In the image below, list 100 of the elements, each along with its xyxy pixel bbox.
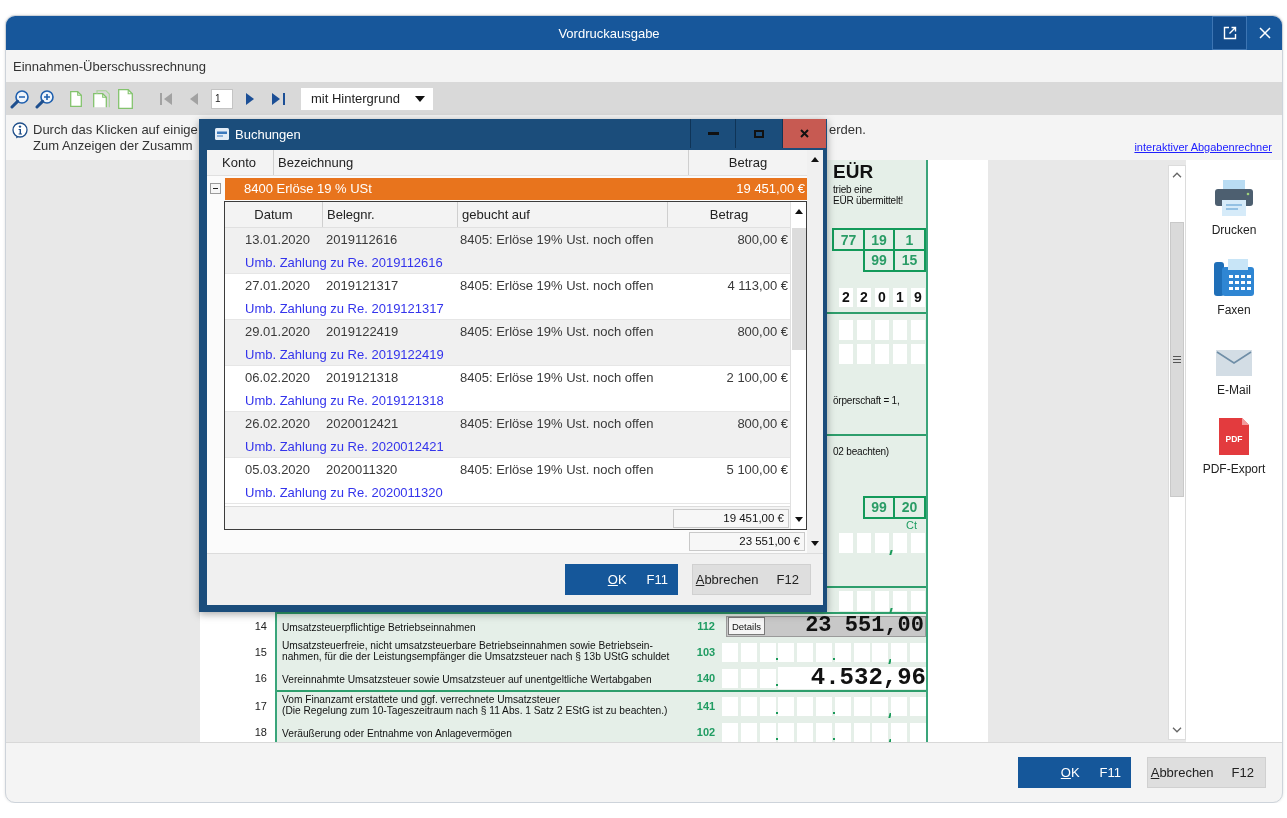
- column-header[interactable]: Bezeichnung: [273, 150, 688, 175]
- fax-button[interactable]: Faxen: [1214, 259, 1254, 317]
- amount-field[interactable]: 4.532,96: [722, 667, 926, 689]
- amount-field[interactable]: [722, 722, 926, 742]
- scrollbar-thumb[interactable]: [791, 228, 806, 350]
- pdf-export-button[interactable]: PDF PDF-Export: [1202, 418, 1266, 476]
- details-button[interactable]: Details: [728, 617, 765, 635]
- table-cell-text: 2020011320: [325, 462, 399, 477]
- zoom-out-icon[interactable]: [10, 88, 30, 109]
- info-icon: [12, 121, 28, 139]
- row-number: 16: [254, 672, 267, 684]
- cancel-button[interactable]: Abbrechen F12: [1147, 757, 1266, 788]
- code-box: 77: [832, 228, 865, 251]
- table-cell-text: 8405: Erlöse 19% Ust. noch offen: [459, 232, 655, 247]
- zoom-in-icon[interactable]: [35, 88, 55, 109]
- printer-icon: [1214, 180, 1254, 216]
- scroll-down-icon[interactable]: [794, 517, 803, 522]
- table-row[interactable]: 26.02.2020 2020012421 8405: Erlöse 19% Ust. noch offen 800,00 € Umb. Zahlung zu Re. 2020012421: [225, 412, 790, 458]
- popout-icon: [1222, 26, 1237, 40]
- minimize-icon: [707, 132, 719, 135]
- view-mode-dropdown[interactable]: mit Hintergrund: [301, 87, 433, 110]
- column-header[interactable]: Belegnr.: [322, 202, 457, 227]
- digit-cell: 1: [893, 287, 907, 307]
- next-page-icon[interactable]: [246, 90, 256, 107]
- table-cell-text: 2019121317: [325, 278, 400, 293]
- scrollbar[interactable]: [807, 150, 823, 553]
- table-row[interactable]: 29.01.2020 2019122419 8405: Erlöse 19% Ust. noch offen 800,00 € Umb. Zahlung zu Re. 2019122419: [225, 320, 790, 366]
- scroll-down-icon[interactable]: [811, 541, 819, 546]
- scrollbar-thumb[interactable]: [1170, 222, 1184, 497]
- table-cell-text: 2019121318: [325, 370, 400, 385]
- field-code: 112: [697, 620, 715, 632]
- amount-value: 4.532,96: [778, 667, 926, 689]
- calculator-link[interactable]: interaktiver Abgabenrechner: [1134, 141, 1272, 154]
- form-note: 02 beachten): [833, 445, 889, 457]
- table-cell-text: 27.01.2020: [244, 278, 312, 293]
- table-cell-text: 2019112616: [325, 232, 399, 247]
- digit-field[interactable]: [839, 343, 925, 364]
- minimize-button[interactable]: [690, 119, 735, 148]
- scrollbar[interactable]: [790, 202, 806, 529]
- table-cell-text: 26.02.2020: [244, 416, 312, 431]
- form-title: Einnahmen-Überschussrechnung: [13, 58, 206, 74]
- amount-field[interactable]: [722, 696, 926, 716]
- table-cell-text: 8405: Erlöse 19% Ust. noch offen: [459, 278, 655, 293]
- last-page-icon[interactable]: [272, 90, 286, 107]
- scrollbar[interactable]: [1168, 165, 1186, 740]
- column-header[interactable]: Datum: [225, 202, 322, 227]
- booking-note: Umb. Zahlung zu Re. 2019121318: [245, 392, 444, 408]
- amount-field[interactable]: [839, 590, 925, 611]
- table-cell-text: 8405: Erlöse 19% Ust. noch offen: [459, 370, 655, 385]
- digit-cell: 2: [839, 287, 853, 307]
- form-note: trieb eine EÜR übermittelt!: [833, 184, 904, 206]
- table-cell-text: 800,00 €: [736, 232, 789, 247]
- close-button[interactable]: [782, 119, 826, 148]
- booking-note: Umb. Zahlung zu Re. 2020012421: [245, 438, 444, 454]
- column-header[interactable]: gebucht auf: [457, 202, 667, 227]
- table-cell-text: 8405: Erlöse 19% Ust. noch offen: [459, 324, 655, 339]
- group-amount: 19 451,00 €: [736, 181, 805, 196]
- large-page-icon[interactable]: [118, 88, 133, 109]
- popout-button[interactable]: [1212, 16, 1247, 50]
- code-box: 1: [893, 228, 926, 251]
- field-label: Vom Finanzamt erstattete und ggf. verrechnete Umsatzsteuer (Die Regelung zum 10-Tageszeitraum nach § 11 Abs. 1 Satz 2 EStG ist zu beachten.): [282, 694, 668, 716]
- table-row[interactable]: 13.01.2020 2019112616 8405: Erlöse 19% Ust. noch offen 800,00 € Umb. Zahlung zu Re. 2019112616: [225, 228, 790, 274]
- maximize-icon: [754, 129, 764, 138]
- booking-note: Umb. Zahlung zu Re. 2019121317: [245, 300, 444, 316]
- email-button[interactable]: E-Mail: [1216, 350, 1252, 397]
- table-cell-text: 8405: Erlöse 19% Ust. noch offen: [459, 416, 655, 431]
- form-note: örperschaft = 1,: [833, 394, 900, 406]
- minus-box-icon[interactable]: [210, 183, 221, 194]
- info-text: Zum Anzeigen der Zusamm: [33, 138, 193, 154]
- code-box: 99: [862, 495, 896, 519]
- table-cell-text: 29.01.2020: [244, 324, 312, 339]
- print-button[interactable]: Drucken: [1211, 180, 1257, 237]
- booking-note: Umb. Zahlung zu Re. 2019112616: [245, 254, 443, 270]
- digit-field[interactable]: [839, 319, 925, 340]
- unit-label: Ct: [906, 519, 918, 531]
- field-label: Umsatzsteuerfreie, nicht umsatzsteuerbare Betriebseinnahmen sowie Betriebsein- nahmen, für die der Leistungsempfänger die Umsatzsteuer nach § 13b UStG schuldet: [282, 640, 670, 662]
- pdf-file-icon: PDF: [1219, 418, 1249, 455]
- maximize-button[interactable]: [735, 119, 782, 148]
- ok-button[interactable]: OK F11: [565, 564, 678, 595]
- page-icon[interactable]: [93, 89, 110, 108]
- table-cell-text: 13.01.2020: [244, 232, 312, 247]
- field-label: Veräußerung oder Entnahme von Anlagevermögen: [282, 728, 512, 739]
- table-cell-text: 06.02.2020: [244, 370, 312, 385]
- amount-field[interactable]: [839, 532, 925, 553]
- group-label: 8400 Erlöse 19 % USt: [244, 181, 372, 196]
- info-text: Durch das Klicken auf einige: [33, 122, 198, 138]
- column-header[interactable]: Konto: [207, 150, 273, 175]
- field-code: 141: [696, 700, 716, 712]
- field-code: 103: [696, 646, 716, 658]
- page-field[interactable]: 1: [211, 88, 233, 109]
- scroll-up-icon[interactable]: [811, 157, 819, 162]
- amount-field[interactable]: [722, 642, 926, 662]
- close-icon: [800, 129, 809, 138]
- close-icon: [1258, 27, 1271, 39]
- table-cell-text: 5 100,00 €: [725, 462, 789, 477]
- cancel-button[interactable]: Abbrechen F12: [692, 564, 811, 595]
- small-page-icon[interactable]: [70, 90, 82, 107]
- ok-button[interactable]: OK F11: [1018, 757, 1131, 788]
- table-cell-text: 800,00 €: [736, 416, 789, 431]
- scroll-up-icon[interactable]: [794, 209, 803, 214]
